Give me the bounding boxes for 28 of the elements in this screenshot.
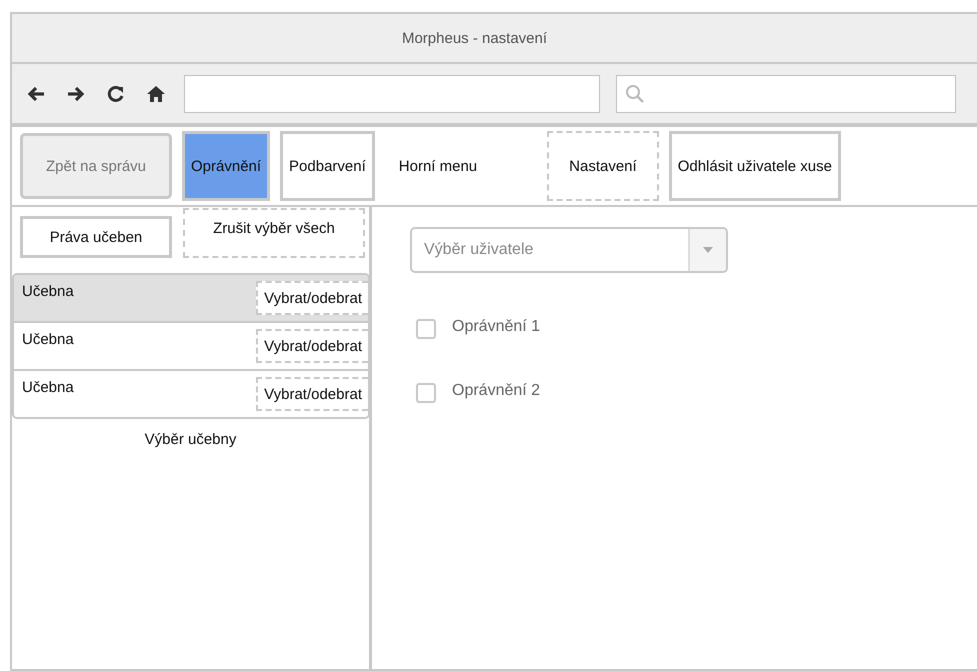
reload-icon[interactable]: [106, 84, 126, 104]
search-icon: [625, 84, 645, 104]
checkbox-label: Oprávnění 2: [452, 382, 540, 400]
nav-tab[interactable]: Odhlásit uživatele xuse: [668, 131, 841, 201]
checkbox[interactable]: [416, 319, 436, 339]
home-icon[interactable]: [146, 84, 166, 104]
nav-tab[interactable]: Zpět na správu: [20, 133, 172, 199]
search-field[interactable]: [616, 74, 956, 112]
nav-tab[interactable]: Podbarvení: [280, 131, 375, 201]
select-placeholder: Výběr uživatele: [423, 241, 534, 259]
room-name: Učebna: [21, 330, 74, 348]
sidebar-button[interactable]: Práva učeben: [20, 216, 172, 258]
toggle-button[interactable]: Vybrat/odebrat: [256, 377, 368, 411]
address-field[interactable]: [184, 74, 600, 112]
room-name: Učebna: [21, 378, 74, 396]
room-row[interactable]: Učebna Vybrat/odebrat: [14, 275, 368, 323]
toggle-button[interactable]: Vybrat/odebrat: [256, 329, 368, 363]
checkbox[interactable]: [416, 383, 436, 403]
nav-tab[interactable]: Nastavení: [547, 131, 659, 201]
list-caption: Výběr učebny: [144, 430, 238, 448]
toggle-button[interactable]: Vybrat/odebrat: [256, 281, 368, 315]
sidebar-button[interactable]: Zrušit výběr všech: [183, 208, 365, 258]
room-name: Učebna: [21, 282, 74, 300]
title-bar: Morpheus - nastavení: [12, 14, 977, 64]
user-select[interactable]: Výběr uživatele: [410, 227, 728, 273]
caret-icon: [703, 247, 713, 253]
checkbox-label: Oprávnění 1: [452, 318, 540, 336]
nav-tab[interactable]: Oprávnění: [182, 131, 270, 201]
